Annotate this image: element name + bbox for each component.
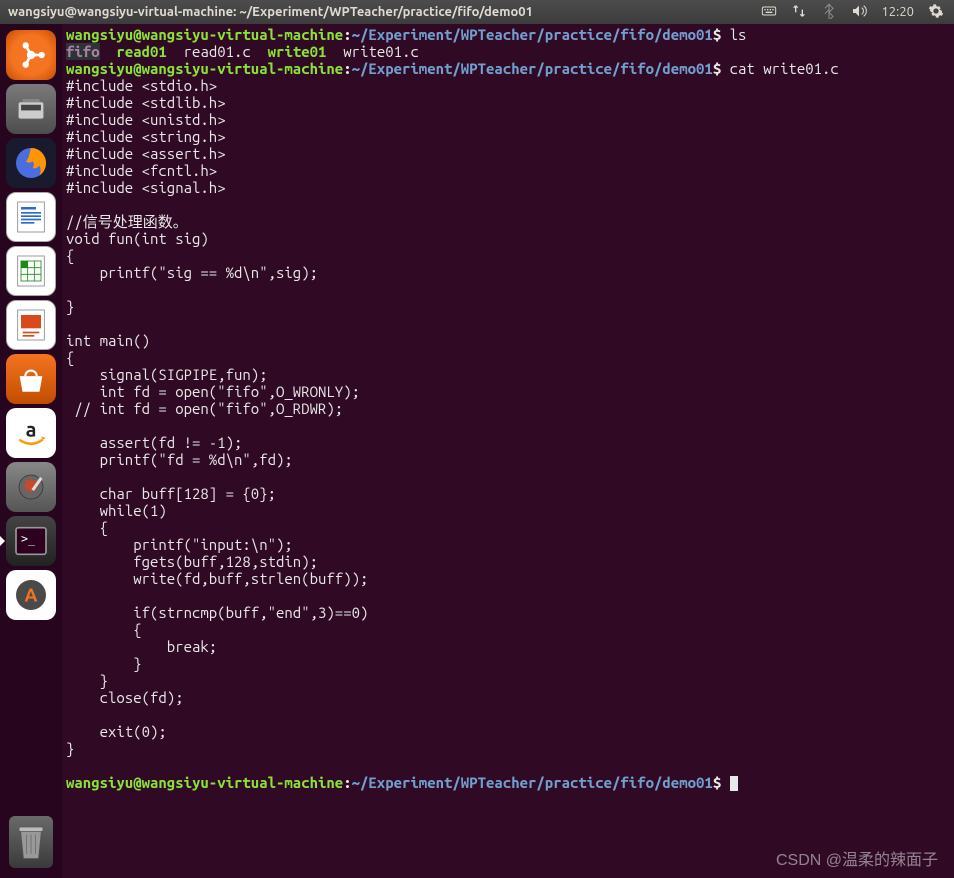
prompt-path: ~/Experiment/WPTeacher/practice/fifo/dem…: [352, 60, 713, 77]
libreoffice-impress-icon[interactable]: [6, 300, 56, 350]
settings-icon[interactable]: [6, 462, 56, 512]
keyboard-icon[interactable]: [761, 3, 777, 22]
ls-write01c: write01.c: [343, 43, 419, 60]
prompt-user: wangsiyu@wangsiyu-virtual-machine: [66, 774, 343, 791]
prompt-path: ~/Experiment/WPTeacher/practice/fifo/dem…: [352, 26, 713, 43]
volume-icon[interactable]: [851, 3, 867, 22]
topbar: wangsiyu@wangsiyu-virtual-machine: ~/Exp…: [0, 0, 954, 24]
svg-text:>_: >_: [21, 532, 36, 546]
ls-fifo: fifo: [66, 43, 100, 60]
prompt-user: wangsiyu@wangsiyu-virtual-machine: [66, 60, 343, 77]
terminal-content[interactable]: wangsiyu@wangsiyu-virtual-machine:~/Expe…: [62, 24, 954, 878]
cmd-cat: cat write01.c: [721, 60, 839, 77]
dash-icon[interactable]: [6, 30, 56, 80]
file-content: #include <stdio.h> #include <stdlib.h> #…: [66, 77, 368, 757]
libreoffice-writer-icon[interactable]: [6, 192, 56, 242]
prompt-sep: :: [343, 26, 351, 43]
network-icon[interactable]: [791, 3, 807, 22]
cursor: [730, 776, 738, 791]
system-tray: 12:20: [761, 3, 954, 22]
ls-read01: read01: [116, 43, 166, 60]
gear-icon[interactable]: [928, 3, 944, 22]
libreoffice-calc-icon[interactable]: [6, 246, 56, 296]
prompt-user: wangsiyu@wangsiyu-virtual-machine: [66, 26, 343, 43]
amazon-icon[interactable]: a: [6, 408, 56, 458]
watermark: CSDN @温柔的辣面子: [776, 846, 938, 870]
terminal-icon[interactable]: >_: [6, 516, 56, 566]
svg-text:a: a: [26, 417, 37, 440]
window-title: wangsiyu@wangsiyu-virtual-machine: ~/Exp…: [0, 5, 761, 19]
launcher: a >_ A: [0, 24, 62, 878]
prompt-dollar: $: [713, 26, 721, 43]
bluetooth-icon[interactable]: [821, 3, 837, 22]
cmd-ls: ls: [721, 26, 746, 43]
clock[interactable]: 12:20: [881, 5, 914, 19]
ls-write01: write01: [268, 43, 327, 60]
ubuntu-software-icon[interactable]: [6, 354, 56, 404]
files-icon[interactable]: [6, 84, 56, 134]
ls-read01c: read01.c: [184, 43, 251, 60]
trash-icon[interactable]: [9, 816, 53, 868]
software-updater-icon[interactable]: A: [6, 570, 56, 620]
svg-text:A: A: [25, 586, 38, 606]
prompt-path: ~/Experiment/WPTeacher/practice/fifo/dem…: [352, 774, 713, 791]
firefox-icon[interactable]: [6, 138, 56, 188]
